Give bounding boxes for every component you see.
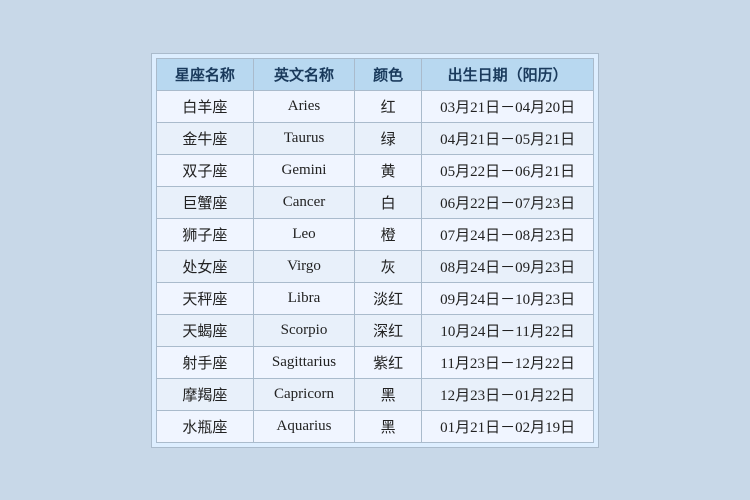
cell-2-2: 黄 [355,154,422,186]
cell-5-1: Virgo [253,250,354,282]
cell-6-3: 09月24日－10月23日 [422,282,594,314]
cell-9-3: 12月23日－01月22日 [422,378,594,410]
cell-1-1: Taurus [253,122,354,154]
cell-8-1: Sagittarius [253,346,354,378]
cell-1-3: 04月21日－05月21日 [422,122,594,154]
cell-7-2: 深红 [355,314,422,346]
table-row: 水瓶座Aquarius黑01月21日－02月19日 [156,410,593,442]
header-col-2: 颜色 [355,58,422,90]
cell-7-1: Scorpio [253,314,354,346]
cell-10-0: 水瓶座 [156,410,253,442]
cell-9-2: 黑 [355,378,422,410]
cell-7-0: 天蝎座 [156,314,253,346]
cell-8-0: 射手座 [156,346,253,378]
zodiac-table: 星座名称英文名称颜色出生日期（阳历） 白羊座Aries红03月21日－04月20… [156,58,594,443]
header-col-0: 星座名称 [156,58,253,90]
cell-5-2: 灰 [355,250,422,282]
table-row: 双子座Gemini黄05月22日－06月21日 [156,154,593,186]
cell-2-0: 双子座 [156,154,253,186]
cell-10-1: Aquarius [253,410,354,442]
cell-4-0: 狮子座 [156,218,253,250]
cell-8-2: 紫红 [355,346,422,378]
cell-2-3: 05月22日－06月21日 [422,154,594,186]
table-row: 狮子座Leo橙07月24日－08月23日 [156,218,593,250]
cell-1-0: 金牛座 [156,122,253,154]
cell-2-1: Gemini [253,154,354,186]
cell-0-0: 白羊座 [156,90,253,122]
cell-6-0: 天秤座 [156,282,253,314]
zodiac-table-container: 星座名称英文名称颜色出生日期（阳历） 白羊座Aries红03月21日－04月20… [151,53,599,448]
cell-7-3: 10月24日－11月22日 [422,314,594,346]
table-row: 天蝎座Scorpio深红10月24日－11月22日 [156,314,593,346]
cell-1-2: 绿 [355,122,422,154]
cell-6-1: Libra [253,282,354,314]
table-row: 射手座Sagittarius紫红11月23日－12月22日 [156,346,593,378]
header-col-1: 英文名称 [253,58,354,90]
cell-6-2: 淡红 [355,282,422,314]
cell-4-2: 橙 [355,218,422,250]
cell-4-1: Leo [253,218,354,250]
table-header-row: 星座名称英文名称颜色出生日期（阳历） [156,58,593,90]
cell-0-1: Aries [253,90,354,122]
cell-10-2: 黑 [355,410,422,442]
table-row: 白羊座Aries红03月21日－04月20日 [156,90,593,122]
cell-5-0: 处女座 [156,250,253,282]
table-row: 巨蟹座Cancer白06月22日－07月23日 [156,186,593,218]
cell-3-1: Cancer [253,186,354,218]
table-row: 摩羯座Capricorn黑12月23日－01月22日 [156,378,593,410]
table-row: 处女座Virgo灰08月24日－09月23日 [156,250,593,282]
cell-4-3: 07月24日－08月23日 [422,218,594,250]
cell-0-2: 红 [355,90,422,122]
cell-3-3: 06月22日－07月23日 [422,186,594,218]
table-row: 金牛座Taurus绿04月21日－05月21日 [156,122,593,154]
cell-8-3: 11月23日－12月22日 [422,346,594,378]
table-body: 白羊座Aries红03月21日－04月20日金牛座Taurus绿04月21日－0… [156,90,593,442]
cell-10-3: 01月21日－02月19日 [422,410,594,442]
cell-3-0: 巨蟹座 [156,186,253,218]
table-row: 天秤座Libra淡红09月24日－10月23日 [156,282,593,314]
header-col-3: 出生日期（阳历） [422,58,594,90]
cell-0-3: 03月21日－04月20日 [422,90,594,122]
cell-5-3: 08月24日－09月23日 [422,250,594,282]
cell-9-1: Capricorn [253,378,354,410]
cell-3-2: 白 [355,186,422,218]
cell-9-0: 摩羯座 [156,378,253,410]
